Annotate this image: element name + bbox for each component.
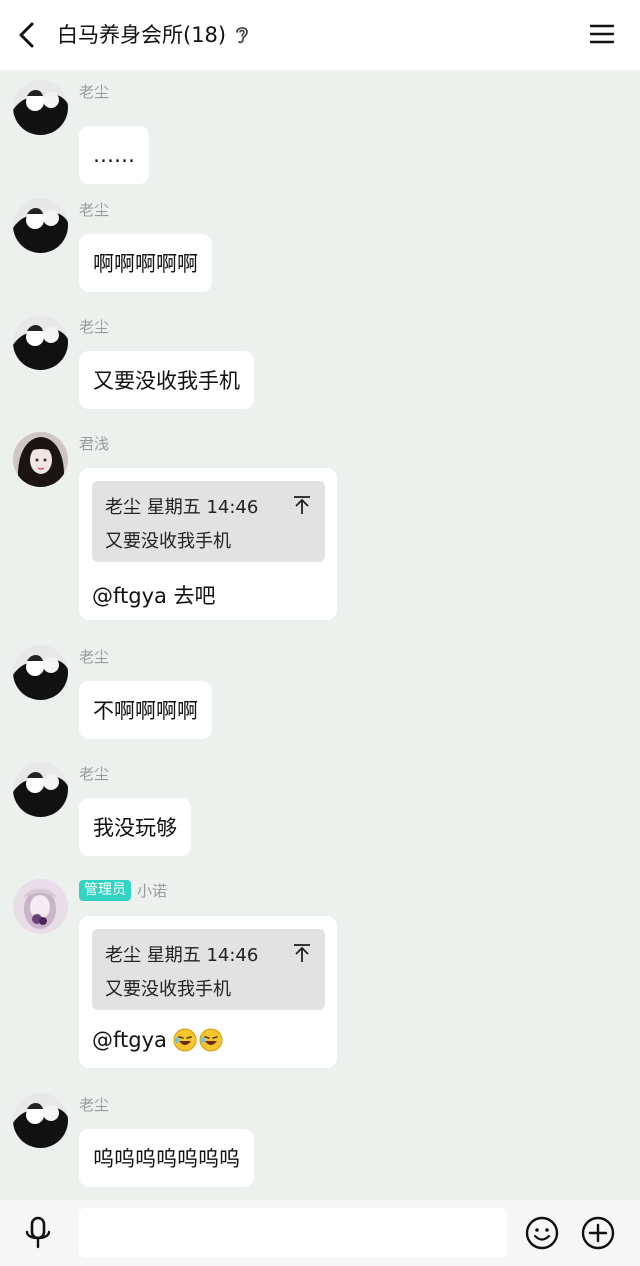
message-text: 呜呜呜呜呜呜呜 bbox=[93, 1147, 240, 1171]
quoted-message-text: 又要没收我手机 bbox=[105, 979, 231, 1000]
message-bubble[interactable]: …… bbox=[79, 126, 149, 184]
chevron-left-icon[interactable] bbox=[14, 20, 42, 50]
sender-row: 老尘 bbox=[79, 1093, 109, 1115]
message-input[interactable] bbox=[79, 1208, 507, 1258]
sender-row: 老尘 bbox=[79, 762, 109, 784]
smiley-icon[interactable] bbox=[525, 1216, 559, 1250]
avatar[interactable] bbox=[13, 762, 68, 817]
message-text: 啊啊啊啊啊 bbox=[93, 252, 198, 276]
message-bubble[interactable]: 我没玩够 bbox=[79, 798, 191, 856]
message-text: @ftgya bbox=[92, 1028, 167, 1052]
chat-header: 白马养身会所(18) bbox=[0, 0, 640, 70]
avatar[interactable] bbox=[13, 315, 68, 370]
message-bubble[interactable]: 呜呜呜呜呜呜呜 bbox=[79, 1129, 254, 1187]
message-text: 又要没收我手机 bbox=[93, 369, 240, 393]
avatar[interactable] bbox=[13, 645, 68, 700]
message-list[interactable]: 老尘 …… 老尘 啊啊啊啊啊 老尘 又要没收我手机 君浅 老尘 星期五 14:4… bbox=[0, 70, 640, 1200]
sender-row: 老尘 bbox=[79, 645, 109, 667]
sender-name: 老尘 bbox=[79, 647, 110, 666]
message-bubble[interactable]: 啊啊啊啊啊 bbox=[79, 234, 212, 292]
quoted-message-header: 老尘 星期五 14:46 bbox=[105, 497, 259, 518]
sender-name: 老尘 bbox=[79, 764, 110, 783]
avatar[interactable] bbox=[13, 198, 68, 253]
message-text: …… bbox=[93, 143, 135, 167]
sender-name: 老尘 bbox=[79, 82, 110, 101]
reply-bubble[interactable]: 老尘 星期五 14:46 又要没收我手机 @ftgya bbox=[79, 916, 337, 1068]
avatar[interactable] bbox=[13, 432, 68, 487]
avatar[interactable] bbox=[13, 1093, 68, 1148]
sender-name: 君浅 bbox=[79, 434, 110, 453]
ear-icon bbox=[236, 27, 248, 44]
chat-title: 白马养身会所(18) bbox=[57, 23, 227, 47]
avatar[interactable] bbox=[13, 879, 68, 934]
sender-row: 管理员 小诺 bbox=[79, 879, 167, 901]
message-text: @ftgya 去吧 bbox=[92, 584, 216, 608]
sender-row: 老尘 bbox=[79, 315, 109, 337]
laughing-tears-emoji bbox=[199, 1028, 223, 1052]
jump-to-top-icon[interactable] bbox=[293, 943, 311, 963]
message-bubble[interactable]: 又要没收我手机 bbox=[79, 351, 254, 409]
sender-row: 君浅 bbox=[79, 432, 109, 454]
jump-to-top-icon[interactable] bbox=[293, 495, 311, 515]
quoted-message[interactable]: 老尘 星期五 14:46 又要没收我手机 bbox=[92, 929, 325, 1010]
microphone-icon[interactable] bbox=[24, 1216, 52, 1250]
quoted-message[interactable]: 老尘 星期五 14:46 又要没收我手机 bbox=[92, 481, 325, 562]
reply-text: @ftgya bbox=[92, 1028, 223, 1052]
sender-name: 老尘 bbox=[79, 200, 110, 219]
chat-title-group[interactable]: 白马养身会所(18) bbox=[57, 20, 250, 50]
sender-row: 老尘 bbox=[79, 198, 109, 220]
message-text: 不啊啊啊啊 bbox=[93, 699, 198, 723]
laughing-tears-emoji bbox=[173, 1028, 197, 1052]
message-text: 我没玩够 bbox=[93, 816, 177, 840]
sender-name: 小诺 bbox=[137, 881, 168, 900]
plus-circle-icon[interactable] bbox=[581, 1216, 615, 1250]
sender-row: 老尘 bbox=[79, 80, 109, 102]
quoted-message-header: 老尘 星期五 14:46 bbox=[105, 945, 259, 966]
avatar[interactable] bbox=[13, 80, 68, 135]
reply-bubble[interactable]: 老尘 星期五 14:46 又要没收我手机 @ftgya 去吧 bbox=[79, 468, 337, 620]
sender-name: 老尘 bbox=[79, 1095, 110, 1114]
hamburger-menu-icon[interactable] bbox=[590, 23, 614, 45]
admin-badge: 管理员 bbox=[79, 879, 131, 901]
reply-text: @ftgya 去吧 bbox=[92, 580, 216, 610]
sender-name: 老尘 bbox=[79, 317, 110, 336]
message-bubble[interactable]: 不啊啊啊啊 bbox=[79, 681, 212, 739]
composer-bar bbox=[0, 1200, 640, 1266]
quoted-message-text: 又要没收我手机 bbox=[105, 531, 231, 552]
